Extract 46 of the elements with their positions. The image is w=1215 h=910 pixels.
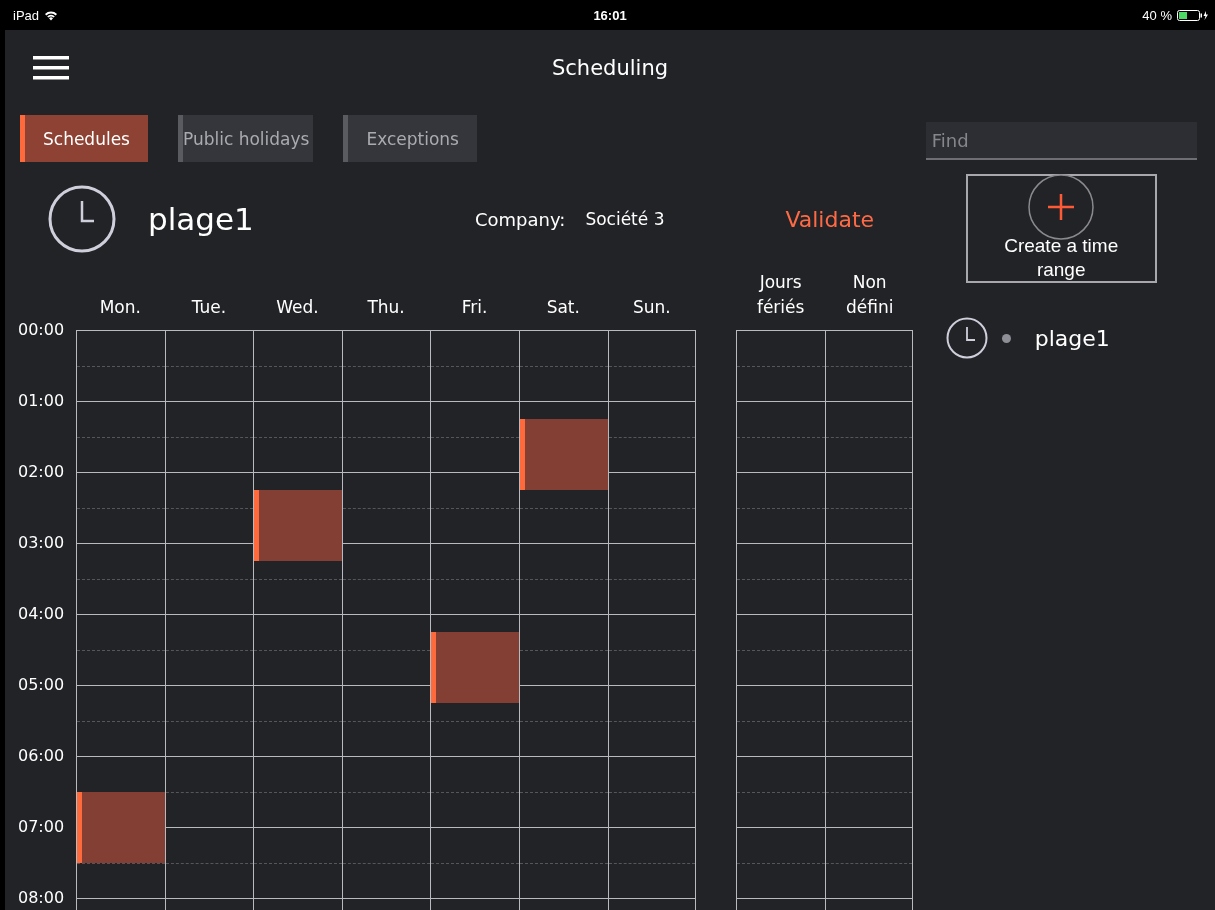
time-range-block[interactable] <box>254 489 342 508</box>
column-header: Non défini <box>844 271 895 319</box>
schedule-name: plage1 <box>148 201 255 237</box>
battery-icon <box>1177 9 1209 21</box>
bullet-icon <box>1001 333 1011 343</box>
hour-label: 05:00 <box>18 675 65 695</box>
hour-label: 04:00 <box>18 604 65 624</box>
company-name: Société 3 <box>585 209 666 229</box>
validate-button[interactable]: Validate <box>785 206 875 232</box>
day-header: Sat. <box>545 296 581 319</box>
clock-time: 16:01 <box>593 7 627 23</box>
hour-label: 03:00 <box>18 533 65 553</box>
time-range-block[interactable] <box>431 685 519 703</box>
time-range-block[interactable] <box>77 791 165 810</box>
create-time-range-button[interactable]: Create a time range <box>965 174 1157 283</box>
clock-icon <box>945 317 988 359</box>
day-header: Mon. <box>98 296 142 319</box>
time-range-block[interactable] <box>254 543 342 561</box>
tab[interactable]: Schedules <box>20 115 148 162</box>
search-field[interactable]: Find <box>925 122 1197 160</box>
hour-label: 08:00 <box>18 888 65 908</box>
schedule-list-item[interactable]: plage1 <box>1034 325 1110 351</box>
device-name: iPad <box>13 7 40 23</box>
column-header: Jours fériés <box>755 271 806 319</box>
battery-percent: 40 % <box>1142 7 1172 23</box>
day-header: Sun. <box>632 296 672 319</box>
hour-label: 01:00 <box>18 391 65 411</box>
clock-icon <box>48 185 116 253</box>
day-header: Wed. <box>275 296 320 319</box>
tab[interactable]: Public holidays <box>178 115 314 162</box>
hour-label: 06:00 <box>18 746 65 766</box>
menu-icon[interactable] <box>33 54 69 81</box>
hour-label: 02:00 <box>18 462 65 482</box>
hour-label: 07:00 <box>18 817 65 837</box>
hour-label: 00:00 <box>18 320 65 340</box>
time-range-block[interactable] <box>519 418 608 437</box>
day-header: Fri. <box>460 296 489 319</box>
page-title: Scheduling <box>551 55 669 80</box>
company-label: Company: <box>475 208 566 230</box>
time-range-block[interactable] <box>431 631 519 650</box>
plus-icon <box>1028 174 1095 240</box>
wifi-icon <box>44 9 59 21</box>
day-header: Thu. <box>366 296 406 319</box>
day-header: Tue. <box>190 296 228 319</box>
tab[interactable]: Exceptions <box>343 115 477 162</box>
time-range-block[interactable] <box>519 472 608 490</box>
